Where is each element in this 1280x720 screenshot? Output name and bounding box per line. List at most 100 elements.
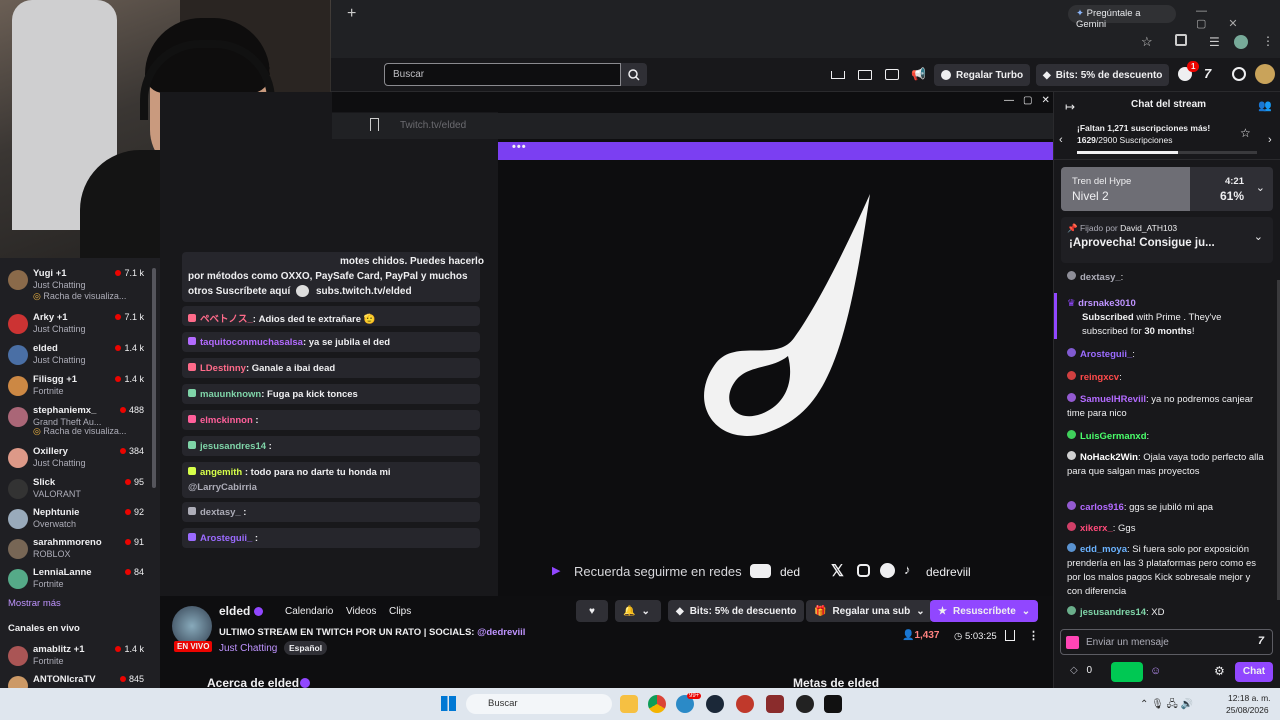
stream-title-link[interactable]: @dedreviil — [477, 627, 525, 638]
sidebar-channel[interactable]: Arky +1 Just Chatting 7.1 k — [0, 310, 150, 340]
play-icon[interactable]: ▶ — [552, 564, 560, 577]
gift-turbo-button[interactable]: Regalar Turbo — [934, 64, 1031, 86]
steam-icon[interactable] — [706, 695, 724, 713]
message-user[interactable]: jesusandres14 — [200, 441, 266, 452]
message-user[interactable]: Arosteguii_ — [1080, 349, 1132, 360]
facebook-icon — [880, 563, 895, 578]
obs-icon[interactable] — [796, 695, 814, 713]
media-player-icon[interactable] — [736, 695, 754, 713]
chat-input[interactable]: Enviar un mensaje 7 — [1060, 629, 1273, 655]
seventv-icon[interactable]: 7 — [1258, 635, 1264, 647]
collapse-chat-icon[interactable]: ↦ — [1065, 100, 1075, 114]
chat-settings-icon[interactable]: ⚙ — [1214, 664, 1225, 678]
window-controls[interactable]: —▢✕ — [1196, 5, 1280, 30]
streamer-name[interactable]: elded — [219, 604, 250, 618]
stream-bits-button[interactable]: ◆ Bits: 5% de descuento — [668, 600, 805, 622]
sidebar-channel[interactable]: Filisgg +1 Fortnite 1.4 k — [0, 372, 150, 402]
sidebar-channel[interactable]: Nephtunie Overwatch 92 — [0, 505, 150, 535]
sidebar-channel[interactable]: LenniaLanne Fortnite 84 — [0, 565, 150, 595]
whispers-icon[interactable] — [885, 69, 899, 80]
message-user[interactable]: reingxcv — [1080, 372, 1119, 383]
message-user[interactable]: xikerx_ — [1080, 523, 1113, 534]
sidebar-channel[interactable]: sarahmmoreno ROBLOX 91 — [0, 535, 150, 565]
new-tab-button[interactable]: + — [347, 5, 356, 23]
seventv-icon[interactable]: 7 — [1204, 66, 1211, 81]
address-bar[interactable] — [332, 30, 1132, 54]
follow-button[interactable]: ♥ — [576, 600, 608, 622]
message-user[interactable]: carlos916 — [1080, 502, 1124, 513]
chat-send-button[interactable]: Chat — [1235, 662, 1273, 682]
message-user[interactable]: angemith — [200, 467, 242, 478]
file-explorer-icon[interactable] — [620, 695, 638, 713]
message-user[interactable]: jesusandres14 — [1080, 607, 1146, 618]
goal-prev-icon[interactable]: ‹ — [1059, 134, 1063, 146]
tab-calendar[interactable]: Calendario — [285, 606, 333, 617]
message-user[interactable]: taquitoconmuchasalsa — [200, 337, 303, 348]
hype-train[interactable]: Tren del Hype Nivel 2 4:21 61% ⌄ — [1061, 167, 1273, 211]
sidebar-scrollbar[interactable] — [152, 268, 156, 488]
extension-icon[interactable] — [1232, 67, 1246, 81]
browser-menu-icon[interactable]: ⋮ — [1262, 34, 1274, 48]
message-user[interactable]: LDestinny — [200, 363, 246, 374]
popout-window-controls[interactable]: —▢✕ — [1004, 95, 1059, 106]
chat-users-icon[interactable]: 👥 — [1258, 99, 1272, 112]
language-tag[interactable]: Español — [284, 641, 328, 655]
bot-icon[interactable]: ☺ — [1150, 665, 1161, 677]
goal-star-icon[interactable]: ☆ — [1240, 126, 1251, 140]
bits-button[interactable]: ◆ Bits: 5% de descuento — [1036, 64, 1170, 86]
category-link[interactable]: Just Chatting — [219, 643, 277, 654]
message-user[interactable]: dextasy_ — [200, 507, 241, 518]
mention-link[interactable]: @LarryCabirria — [188, 482, 257, 493]
show-more-link[interactable]: Mostrar más — [8, 598, 61, 609]
extensions-icon[interactable] — [1175, 34, 1187, 46]
sidebar-channel[interactable]: elded Just Chatting 1.4 k — [0, 341, 150, 371]
message-user[interactable]: dextasy_ — [1080, 272, 1121, 283]
tray-icons[interactable]: ⌃ 🎙 🖧 🔊 — [1140, 697, 1193, 714]
chat-emote-icon[interactable] — [1066, 636, 1079, 649]
inbox-icon[interactable] — [858, 70, 872, 80]
tab-clips[interactable]: Clips — [389, 606, 411, 617]
message-user[interactable]: SamuelHReviil — [1080, 394, 1146, 405]
taskbar-search[interactable]: Buscar — [466, 694, 612, 714]
resubscribe-button[interactable]: ★ Resuscríbete ⌄ — [930, 600, 1039, 622]
megaphone-icon[interactable]: 📢 — [911, 67, 926, 81]
stream-bits-label: Bits: 5% de descuento — [689, 605, 797, 617]
more-options-icon[interactable]: ⋮ — [1028, 629, 1039, 642]
message-user[interactable]: mauunknown — [200, 389, 261, 400]
gemini-button[interactable]: ✦ Pregúntale a Gemini — [1068, 5, 1176, 30]
message-user[interactable]: Arosteguii_ — [200, 533, 252, 544]
share-icon[interactable] — [1005, 630, 1015, 641]
pinned-message[interactable]: 📌 Fijado por David_ATH103 ¡Aprovecha! Co… — [1061, 217, 1273, 263]
gift-sub-button[interactable]: 🎁 Regalar una sub ⌄ — [806, 600, 933, 622]
message-user[interactable]: elmckinnon — [200, 415, 253, 426]
sidebar-channel[interactable]: ◎ Racha de visualiza... — [0, 426, 150, 440]
bookmark-icon[interactable] — [370, 118, 379, 131]
prediction-button[interactable] — [1111, 662, 1143, 682]
notifications-bell-button[interactable]: 🔔 ⌄ — [615, 600, 661, 622]
windows-start-icon[interactable] — [441, 696, 456, 711]
bookmark-star-icon[interactable]: ☆ — [1141, 34, 1153, 50]
sidebar-channel[interactable]: Oxillery Just Chatting 384 — [0, 444, 150, 474]
message-user[interactable]: edd_moya — [1080, 544, 1127, 555]
reading-list-icon[interactable]: ☰ — [1209, 35, 1220, 49]
tab-videos[interactable]: Videos — [346, 606, 376, 617]
user-avatar[interactable] — [1255, 64, 1275, 84]
chrome-icon[interactable] — [648, 695, 666, 713]
profile-avatar[interactable] — [1234, 35, 1248, 49]
epic-games-icon[interactable] — [824, 695, 842, 713]
sidebar-channel[interactable]: ◎ Racha de visualiza... — [0, 291, 150, 305]
promo-subs-link[interactable]: subs.twitch.tv/elded — [316, 286, 412, 297]
player-menu-icon[interactable]: ••• — [512, 141, 527, 153]
live-channel[interactable]: amablitz +1 Fortnite 1.4 k — [0, 642, 150, 672]
search-input[interactable]: Buscar — [384, 63, 621, 86]
message-user[interactable]: NoHack2Win — [1080, 452, 1138, 463]
sidebar-channel[interactable]: Slick VALORANT 95 — [0, 475, 150, 505]
channel-points[interactable]: ◇ 0 — [1070, 665, 1092, 676]
search-button[interactable] — [621, 63, 647, 86]
crown-icon[interactable] — [831, 71, 845, 79]
app-icon[interactable] — [766, 695, 784, 713]
goal-next-icon[interactable]: › — [1268, 134, 1272, 146]
message-user[interactable]: ペベトノス_ — [200, 314, 253, 325]
message-user[interactable]: LuisGermanxd — [1080, 431, 1147, 442]
streamer-avatar[interactable] — [172, 606, 212, 646]
